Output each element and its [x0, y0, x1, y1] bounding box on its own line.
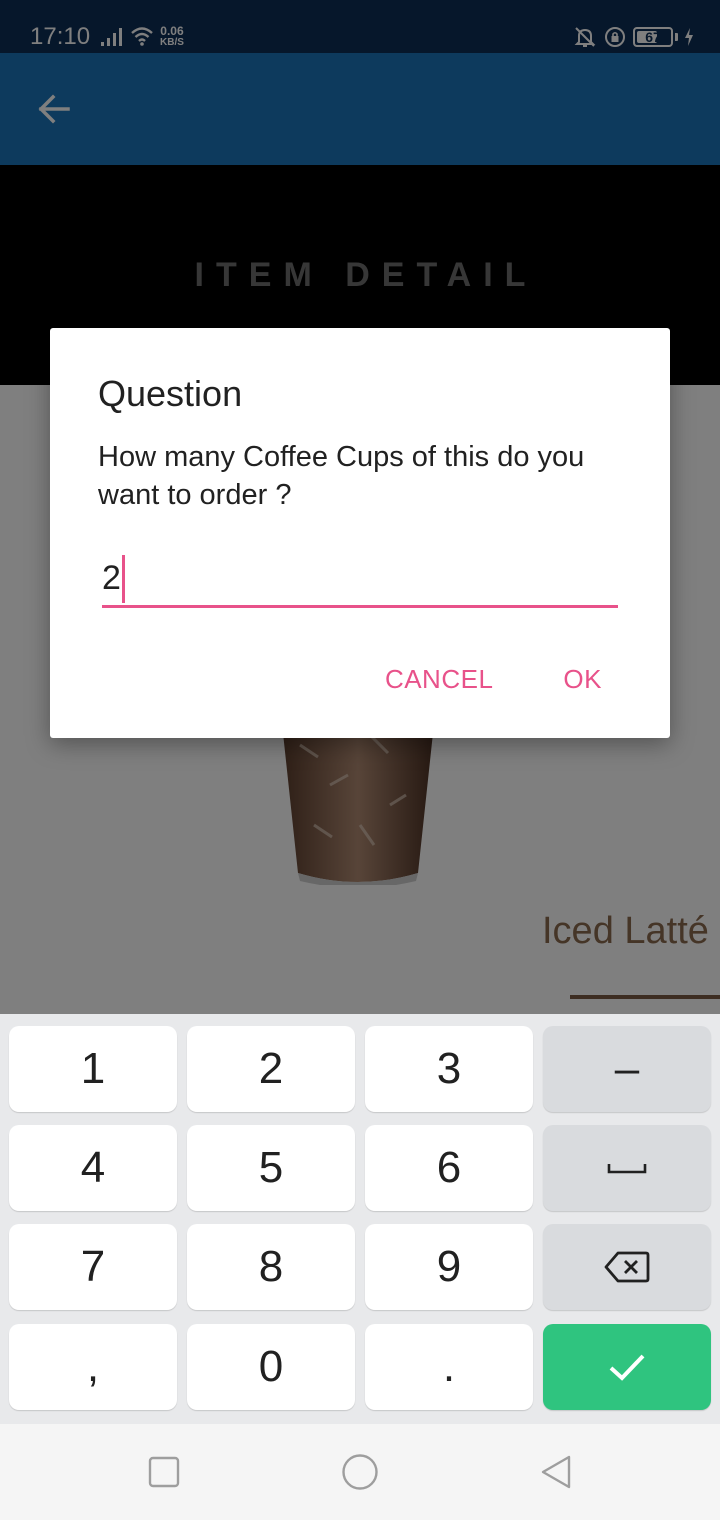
- quantity-input-value: 2: [102, 559, 121, 597]
- key-0[interactable]: 0: [187, 1324, 355, 1410]
- numeric-keyboard: 1 2 3 – 4 5 6 7 8 9 , 0 .: [0, 1014, 720, 1424]
- recents-button[interactable]: [144, 1452, 184, 1492]
- key-period[interactable]: .: [365, 1324, 533, 1410]
- dialog-message: How many Coffee Cups of this do you want…: [98, 441, 585, 511]
- key-2[interactable]: 2: [187, 1026, 355, 1112]
- system-nav-bar: [0, 1424, 720, 1520]
- home-button[interactable]: [340, 1452, 380, 1492]
- recents-square-icon: [148, 1456, 180, 1488]
- key-3[interactable]: 3: [365, 1026, 533, 1112]
- key-9[interactable]: 9: [365, 1224, 533, 1310]
- home-circle-icon: [342, 1454, 378, 1490]
- key-space[interactable]: [543, 1125, 711, 1211]
- cancel-button[interactable]: CANCEL: [385, 664, 493, 695]
- quantity-input[interactable]: 2: [102, 552, 618, 608]
- key-backspace[interactable]: [543, 1224, 711, 1310]
- key-1[interactable]: 1: [9, 1026, 177, 1112]
- quantity-dialog: Question How many Coffee Cups of this do…: [50, 328, 670, 738]
- text-cursor: [121, 554, 125, 603]
- check-icon: [609, 1354, 645, 1381]
- key-8[interactable]: 8: [187, 1224, 355, 1310]
- system-back-button[interactable]: [536, 1452, 576, 1492]
- key-6[interactable]: 6: [365, 1125, 533, 1211]
- key-comma[interactable]: ,: [9, 1324, 177, 1410]
- key-minus[interactable]: –: [543, 1026, 711, 1112]
- space-icon: [607, 1164, 647, 1174]
- ok-button[interactable]: OK: [563, 664, 602, 695]
- back-triangle-icon: [541, 1455, 571, 1489]
- dialog-actions: CANCEL OK: [385, 664, 602, 695]
- backspace-icon: [604, 1251, 650, 1283]
- key-5[interactable]: 5: [187, 1125, 355, 1211]
- dialog-title: Question: [98, 373, 243, 414]
- key-done[interactable]: [543, 1324, 711, 1410]
- key-7[interactable]: 7: [9, 1224, 177, 1310]
- key-4[interactable]: 4: [9, 1125, 177, 1211]
